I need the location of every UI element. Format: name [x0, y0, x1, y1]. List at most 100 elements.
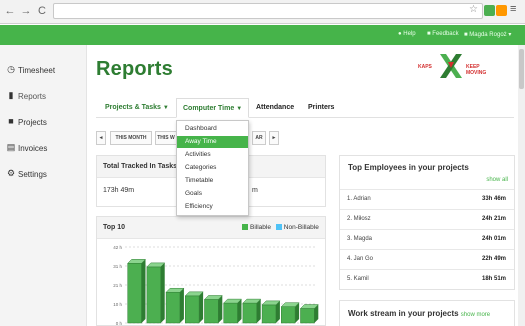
help-link[interactable]: ● Help: [398, 31, 416, 37]
dropdown-item-activities[interactable]: Activities: [177, 149, 248, 161]
bar[interactable]: [127, 259, 147, 324]
bar[interactable]: [242, 298, 262, 324]
bar[interactable]: [261, 300, 281, 324]
tracked-value: 173h 49m: [103, 187, 135, 194]
employee-row[interactable]: 5. Kamil 18h 51m: [340, 269, 514, 289]
bar-chart-icon: ▮: [8, 90, 14, 100]
employee-row[interactable]: 3. Magda 24h 01m: [340, 229, 514, 249]
y-tick-label: 31 h: [113, 264, 122, 269]
clock-icon: ◷: [7, 64, 15, 74]
chart-legend: Billable Non-Billable: [242, 224, 319, 231]
employee-time: 33h 46m: [481, 196, 506, 202]
bar-side: [141, 259, 146, 323]
sidebar-item-settings[interactable]: ⚙ Settings: [0, 164, 87, 186]
y-tick-label: 21 h: [113, 283, 122, 288]
top10-chart: 42 h 31 h 21 h 10 h 0 h: [113, 245, 319, 326]
bar[interactable]: [203, 295, 223, 324]
briefcase-icon: ■: [8, 116, 14, 126]
bar-front: [223, 302, 238, 324]
address-bar[interactable]: [53, 3, 483, 19]
dropdown-item-efficiency[interactable]: Efficiency: [177, 201, 248, 213]
tab-label: Attendance: [256, 104, 295, 111]
logo-text-right: KEEP MOVING: [466, 64, 487, 76]
tab-projects-tasks[interactable]: Projects & Tasks ▼: [105, 98, 169, 118]
employee-time: 24h 01m: [481, 236, 506, 242]
computer-time-dropdown: Dashboard Away Time Activities Categorie…: [176, 120, 249, 216]
y-tick-label: 42 h: [113, 245, 122, 250]
sidebar-item-label: Projects: [18, 118, 47, 127]
sidebar-item-projects[interactable]: ■ Projects: [0, 112, 87, 134]
bar[interactable]: [299, 304, 319, 324]
bar-front: [127, 263, 142, 324]
bar-front: [185, 295, 200, 324]
dropdown-item-timetable[interactable]: Timetable: [177, 175, 248, 187]
gear-icon: ⚙: [6, 168, 16, 178]
tracked-value-secondary: m: [252, 187, 258, 194]
tab-computer-time[interactable]: Computer Time ▼: [176, 98, 250, 118]
legend-non-billable: Non-Billable: [283, 224, 319, 231]
show-more-link[interactable]: show more: [461, 312, 490, 318]
bar[interactable]: [223, 298, 243, 324]
this-year-button[interactable]: AR: [252, 131, 266, 145]
page-scrollbar[interactable]: [518, 45, 525, 326]
employee-name: 5. Kamil: [347, 276, 369, 282]
workstream-title: Work stream in your projects: [348, 309, 459, 318]
tab-attendance[interactable]: Attendance: [256, 98, 294, 118]
help-label: Help: [403, 31, 416, 37]
y-tick-label: 10 h: [113, 302, 122, 307]
browser-menu-icon[interactable]: ≡: [510, 3, 516, 15]
bar[interactable]: [146, 262, 166, 324]
feedback-link[interactable]: ■ Feedback: [427, 31, 459, 37]
tab-label: Projects & Tasks: [105, 104, 161, 111]
next-period-button[interactable]: ►: [269, 131, 279, 145]
bar[interactable]: [184, 291, 204, 324]
logo-text-left: KAPS: [418, 64, 432, 70]
y-tick-label: 0 h: [116, 321, 123, 326]
extension-icon[interactable]: [484, 5, 495, 16]
bar[interactable]: [165, 287, 185, 324]
workstream-header: Work stream in your projects show more: [348, 309, 490, 318]
workstream-panel: Work stream in your projects show more: [339, 300, 515, 326]
show-all-link[interactable]: show all: [486, 177, 508, 183]
dropdown-item-dashboard[interactable]: Dashboard: [177, 123, 248, 135]
employee-time: 22h 49m: [481, 256, 506, 262]
browser-toolbar: ← → C ☆ ≡: [0, 0, 525, 24]
bar-front: [146, 266, 161, 324]
top10-title: Top 10: [103, 224, 126, 231]
dropdown-item-goals[interactable]: Goals: [177, 188, 248, 200]
employee-row[interactable]: 4. Jan Go 22h 49m: [340, 249, 514, 269]
bookmark-star-icon[interactable]: ☆: [469, 4, 478, 15]
this-week-button[interactable]: THIS W: [155, 131, 177, 145]
scrollbar-thumb[interactable]: [519, 49, 524, 89]
reload-icon[interactable]: C: [36, 4, 48, 18]
sidebar-item-timesheet[interactable]: ◷ Timesheet: [0, 60, 87, 82]
employee-row[interactable]: 1. Adrian 33h 46m: [340, 189, 514, 209]
back-arrow-icon[interactable]: ←: [4, 4, 16, 18]
feedback-label: Feedback: [432, 31, 459, 37]
prev-period-button[interactable]: ◄: [96, 131, 106, 145]
sidebar-item-label: Timesheet: [18, 66, 56, 75]
bar-front: [300, 308, 315, 324]
legend-billable: Billable: [250, 224, 271, 231]
this-month-button[interactable]: THIS MONTH: [110, 131, 152, 145]
bar-side: [199, 291, 204, 323]
non-billable-swatch: [275, 224, 282, 231]
extension-icon[interactable]: [496, 5, 507, 16]
top-employees-panel: Top Employees in your projects show all …: [339, 155, 515, 290]
employee-name: 1. Adrian: [347, 196, 371, 202]
sidebar-item-invoices[interactable]: ▤ Invoices: [0, 138, 87, 160]
dropdown-item-categories[interactable]: Categories: [177, 162, 248, 174]
bar-front: [261, 304, 277, 324]
forward-arrow-icon[interactable]: →: [20, 4, 32, 18]
user-name: Magda Rogoż: [469, 32, 507, 38]
user-menu[interactable]: ■ Magda Rogoż ▾: [464, 31, 511, 38]
bar[interactable]: [280, 302, 300, 324]
employee-name: 3. Magda: [347, 236, 373, 242]
dropdown-item-away-time[interactable]: Away Time: [177, 136, 248, 148]
report-tabs: Projects & Tasks ▼ Computer Time ▼ Attenda…: [96, 98, 514, 118]
sidebar-item-reports[interactable]: ▮ Reports: [0, 86, 87, 108]
bar-front: [242, 302, 257, 324]
bar-side: [218, 295, 223, 323]
employee-row[interactable]: 2. Miłosz 24h 21m: [340, 209, 514, 229]
tab-printers[interactable]: Printers: [308, 98, 334, 118]
